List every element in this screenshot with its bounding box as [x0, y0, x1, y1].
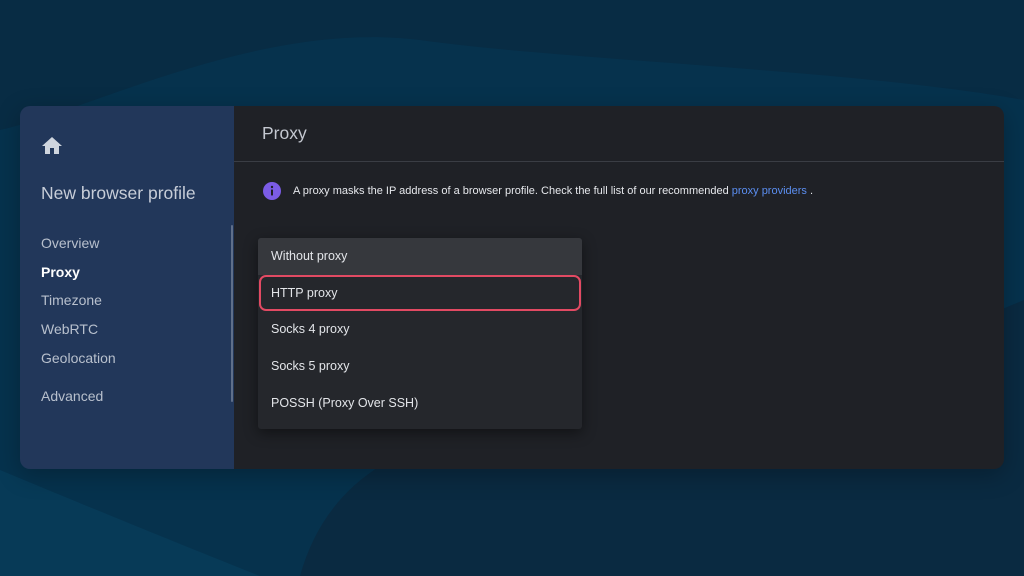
content-header: Proxy [234, 106, 1004, 162]
desktop-background: New browser profile Overview Proxy Timez… [0, 0, 1024, 576]
sidebar-item-advanced[interactable]: Advanced [41, 388, 103, 404]
info-text: A proxy masks the IP address of a browse… [293, 185, 729, 197]
option-socks5-proxy[interactable]: Socks 5 proxy [258, 348, 582, 385]
sidebar: New browser profile Overview Proxy Timez… [20, 106, 234, 469]
sidebar-item-timezone[interactable]: Timezone [41, 286, 116, 315]
option-socks4-proxy[interactable]: Socks 4 proxy [258, 311, 582, 348]
sidebar-nav: Overview Proxy Timezone WebRTC Geolocati… [41, 229, 116, 372]
browser-profile-window: New browser profile Overview Proxy Timez… [20, 106, 1004, 469]
info-text-end: . [809, 185, 813, 197]
sidebar-item-geolocation[interactable]: Geolocation [41, 344, 116, 373]
sidebar-item-overview[interactable]: Overview [41, 229, 116, 258]
info-icon [263, 182, 281, 200]
profile-title: New browser profile [41, 183, 196, 203]
sidebar-scrollbar[interactable] [231, 225, 233, 402]
home-icon[interactable] [40, 134, 64, 158]
sidebar-item-proxy[interactable]: Proxy [41, 258, 116, 287]
main-content: Proxy A proxy masks the IP address of a … [234, 106, 1004, 469]
option-possh-proxy[interactable]: POSSH (Proxy Over SSH) [258, 385, 582, 422]
page-title: Proxy [262, 123, 307, 143]
sidebar-item-webrtc[interactable]: WebRTC [41, 315, 116, 344]
option-without-proxy[interactable]: Without proxy [258, 238, 582, 275]
proxy-providers-link[interactable]: proxy providers [732, 185, 807, 197]
info-banner: A proxy masks the IP address of a browse… [263, 182, 813, 200]
proxy-type-dropdown: Without proxy HTTP proxy Socks 4 proxy S… [258, 238, 582, 430]
option-http-proxy[interactable]: HTTP proxy [258, 274, 582, 312]
